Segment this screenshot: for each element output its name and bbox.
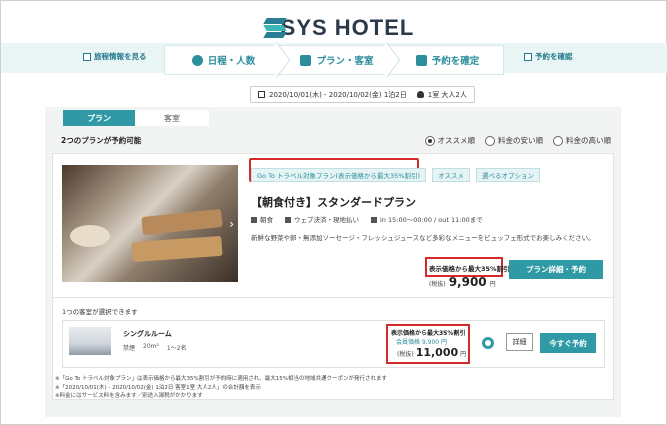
room-detail-button[interactable]: 詳細 xyxy=(506,333,533,351)
sort-recommended[interactable]: オススメ順 xyxy=(424,135,475,146)
discount-note: 表示価格から最大35%割引 xyxy=(429,265,510,273)
room-price: (税抜) 11,000 円 xyxy=(397,346,467,359)
room-select-radio[interactable] xyxy=(482,337,494,349)
booking-steps: 日程・人数 プラン・客室 予約を確定 xyxy=(164,42,504,78)
divider xyxy=(53,297,613,298)
brand-name: SYS HOTEL xyxy=(280,15,415,40)
plan-count: 2つのプランが予約可能 xyxy=(61,136,142,145)
step-plan-room[interactable]: プラン・客室 xyxy=(282,42,401,78)
plan-detail-button[interactable]: プラン詳細・予約 xyxy=(509,260,603,279)
plan-meta: 朝食 ウェブ決済・現地払い in 15:00～00:00 / out 11:00… xyxy=(251,214,483,224)
radio-icon[interactable] xyxy=(553,135,563,146)
step-bar: 旅程情報を見る 日程・人数 プラン・客室 予約を確定 予約を確認 xyxy=(1,42,667,78)
plan-title: 【朝食付き】スタンダードプラン xyxy=(251,196,416,209)
tab-room[interactable]: 客室 xyxy=(135,110,209,126)
search-summary[interactable]: 2020/10/01(木) - 2020/10/02(金) 1泊2日 1室 大人… xyxy=(250,86,475,103)
confirm-booking-link[interactable]: 予約を確認 xyxy=(524,51,573,62)
radio-icon[interactable] xyxy=(485,135,495,146)
room-discount-note: 表示価格から最大35%割引 xyxy=(391,330,466,337)
view-tabs: プラン 客室 xyxy=(63,110,209,126)
sort-options: オススメ順 料金の安い順 料金の高い順 xyxy=(424,135,611,146)
room-count: 1つの客室が選択できます xyxy=(62,308,138,316)
logo-mark-icon xyxy=(255,18,287,38)
room-size: 20m² xyxy=(143,343,159,350)
person-icon xyxy=(416,91,424,98)
step-confirm[interactable]: 予約を確定 xyxy=(392,45,504,75)
radio-icon[interactable] xyxy=(424,135,435,146)
capacity: 1～2名 xyxy=(166,345,187,352)
bed-icon xyxy=(300,54,312,66)
goto-tag: Go To トラベル対象プラン(表示価格から最大35%割引) xyxy=(251,168,427,182)
notes: ※「Go To トラベル対象プラン」は表示価格から最大35%割引が予約時に適用さ… xyxy=(55,376,388,399)
room-photo[interactable] xyxy=(69,327,111,355)
guest-count: 1室 大人2人 xyxy=(427,90,467,99)
suitcase-icon xyxy=(415,54,427,66)
plan-tags: Go To トラベル対象プラン(表示価格から最大35%割引) オススメ 選べるオ… xyxy=(251,168,541,182)
step-dates-guests[interactable]: 日程・人数 xyxy=(164,42,291,78)
clock-icon xyxy=(371,217,377,223)
user-icon xyxy=(191,54,203,66)
no-smoking-icon: 禁煙 xyxy=(123,345,136,352)
price-value: 9,900 xyxy=(448,275,487,289)
date-range: 2020/10/01(木) - 2020/10/02(金) 1泊2日 xyxy=(269,90,407,99)
meal-icon xyxy=(251,217,257,223)
tab-plan[interactable]: プラン xyxy=(63,110,135,126)
page: SYS HOTEL 旅程情報を見る 日程・人数 プラン・客室 予約を確定 予約を… xyxy=(0,0,667,425)
results-panel: プラン 客室 2つのプランが予約可能 オススメ順 料金の安い順 料金の高い順 ›… xyxy=(45,107,621,417)
document-icon xyxy=(83,52,91,61)
list-icon xyxy=(524,52,532,61)
itinerary-link[interactable]: 旅程情報を見る xyxy=(83,51,147,62)
room-name: シングルルーム xyxy=(123,330,172,338)
recommended-tag: オススメ xyxy=(432,168,471,182)
logo[interactable]: SYS HOTEL xyxy=(1,15,667,42)
room-meta: 禁煙 20m² 1～2名 xyxy=(123,343,187,352)
plan-photo[interactable]: › xyxy=(62,165,238,282)
calendar-icon xyxy=(258,91,265,98)
options-tag: 選べるオプション xyxy=(476,168,541,182)
sort-price-high[interactable]: 料金の高い順 xyxy=(553,135,611,146)
sort-price-low[interactable]: 料金の安い順 xyxy=(485,135,543,146)
plan-description: 新鮮な野菜や卵・無添加ソーセージ・フレッシュジュースなど多彩なメニューをビュッフ… xyxy=(251,234,595,242)
room-row: シングルルーム 禁煙 20m² 1～2名 表示価格から最大35%割引 会員価格 … xyxy=(62,320,605,368)
book-now-button[interactable]: 今すぐ予約 xyxy=(540,333,596,353)
member-price: 会員価格 9,900 円 xyxy=(396,339,448,346)
card-icon xyxy=(285,217,291,223)
plan-card: › Go To トラベル対象プラン(表示価格から最大35%割引) オススメ 選べ… xyxy=(52,153,614,400)
chevron-right-icon[interactable]: › xyxy=(229,217,234,231)
plan-price: (税抜) 9,900 円 xyxy=(429,275,496,289)
